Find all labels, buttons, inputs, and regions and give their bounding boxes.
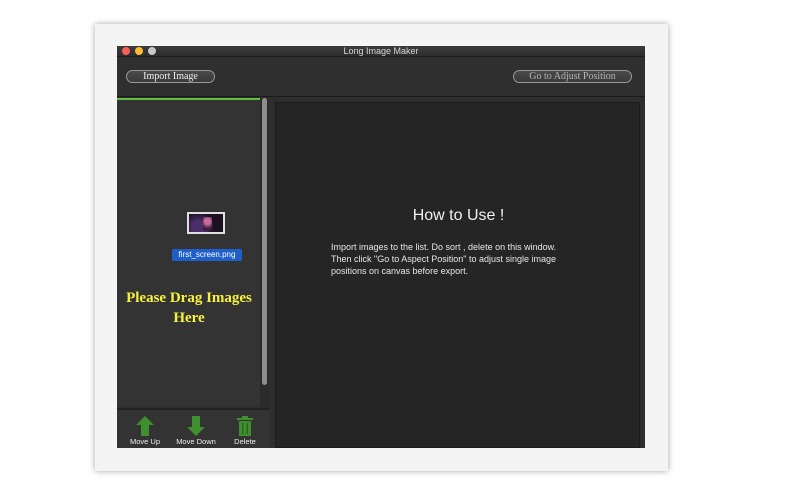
import-image-button[interactable]: Import Image [126,70,215,83]
instruction-line-2: Then click "Go to Aspect Position" to ad… [331,254,557,264]
how-to-use-instructions: Import images to the list. Do sort , del… [331,241,596,277]
image-thumbnail[interactable] [187,212,225,234]
how-to-use-title: How to Use ! [412,207,505,224]
arrow-up-icon [136,416,154,436]
instruction-line-3: positions on canvas before export. [331,266,469,276]
go-to-adjust-position-button[interactable]: Go to Adjust Position [513,70,632,83]
thumbnail-figure [203,217,212,230]
delete-button[interactable]: Delete [230,416,260,448]
trash-icon [237,416,253,436]
window-title: Long Image Maker [343,46,419,56]
toolbar: Import Image Go to Adjust Position [117,57,645,97]
drag-images-hint: Please Drag Images Here [119,288,259,328]
list-actions-bar: Move Up Move Down Delete [117,408,269,448]
scrollbar-thumb[interactable] [262,98,267,385]
drag-hint-line-1: Please Drag Images [126,290,252,306]
title-bar: Long Image Maker [117,46,645,57]
file-name-label[interactable]: first_screen.png [172,249,242,261]
drag-hint-line-2: Here [173,310,205,326]
app-window: Long Image Maker Import Image Go to Adju… [117,46,645,448]
move-up-button[interactable]: Move Up [128,416,162,448]
move-up-label: Move Up [129,437,160,446]
delete-label: Delete [234,437,256,446]
move-down-label: Move Down [176,437,216,446]
instruction-line-1: Import images to the list. Do sort , del… [331,242,557,252]
image-list-panel[interactable]: first_screen.png Please Drag Images Here [117,98,269,406]
canvas-preview-panel: How to Use ! Import images to the list. … [275,102,640,448]
arrow-down-icon [187,416,205,436]
list-scrollbar[interactable] [260,98,269,408]
move-down-button[interactable]: Move Down [174,416,218,448]
